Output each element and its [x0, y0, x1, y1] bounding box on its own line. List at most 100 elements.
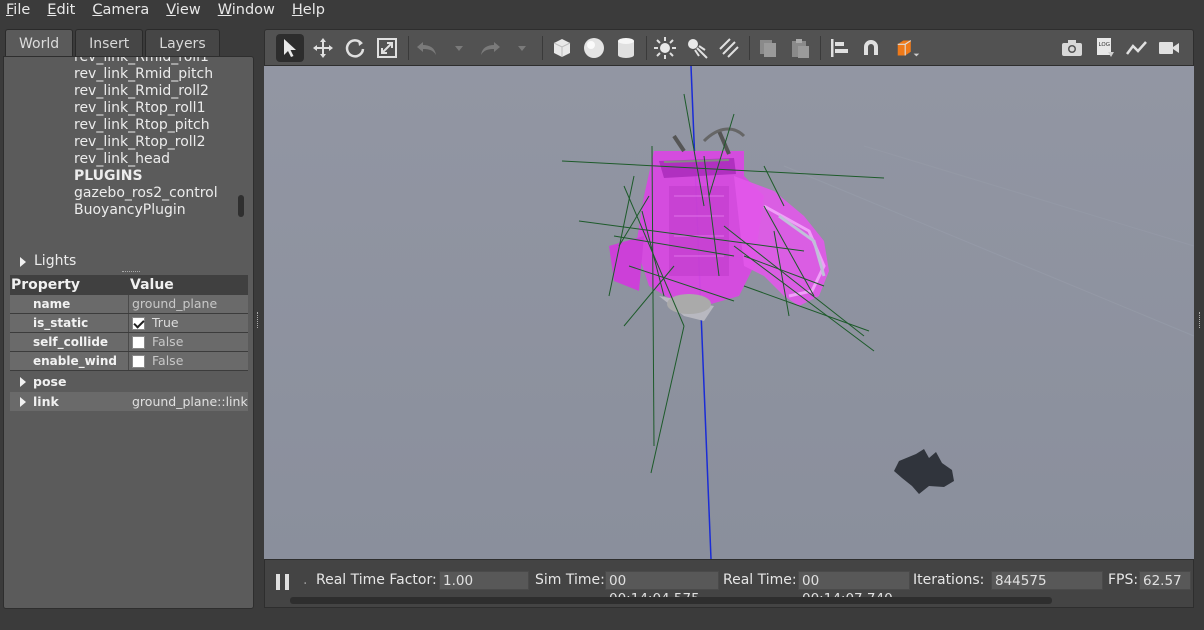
tab-insert[interactable]: Insert — [75, 29, 144, 57]
undo-icon[interactable] — [413, 34, 441, 62]
tree-item[interactable]: rev_link_Rmid_pitch — [74, 66, 213, 83]
select-arrow-icon[interactable] — [276, 34, 304, 62]
left-panel: World Insert Layers rev_link_Rmid_roll1 … — [3, 29, 254, 609]
copy-icon[interactable] — [754, 34, 782, 62]
screenshot-icon[interactable] — [1058, 34, 1086, 62]
panel-splitter[interactable] — [257, 312, 259, 328]
point-light-icon[interactable] — [651, 34, 679, 62]
toolbar-separator — [542, 36, 543, 60]
property-group-pose[interactable]: pose — [10, 372, 248, 391]
toolbar-separator — [408, 36, 409, 60]
toolbar-separator — [646, 36, 647, 60]
menu-camera[interactable]: Camera — [86, 2, 149, 18]
cylinder-icon[interactable] — [612, 34, 640, 62]
property-row-name: name ground_plane — [10, 295, 248, 314]
left-panel-tabs: World Insert Layers — [5, 29, 222, 57]
menu-window[interactable]: Window — [212, 2, 275, 18]
tree-item[interactable]: rev_link_Rmid_roll2 — [74, 83, 209, 100]
world-panel: rev_link_Rmid_roll1 rev_link_Rmid_pitch … — [3, 56, 254, 609]
expand-arrow-icon[interactable] — [20, 397, 26, 407]
translate-icon[interactable] — [309, 34, 337, 62]
splitter-handle[interactable] — [122, 271, 140, 273]
group-value: ground_plane::link — [132, 393, 248, 409]
fps-value: 62.57 — [1139, 571, 1191, 590]
lights-label: Lights — [34, 253, 77, 269]
tree-item[interactable]: rev_link_Rtop_roll2 — [74, 134, 205, 151]
group-label: link — [33, 393, 59, 409]
tree-item[interactable]: rev_link_Rtop_pitch — [74, 117, 210, 134]
property-row-self-collide: self_collide False — [10, 333, 248, 352]
snap-icon[interactable] — [857, 34, 885, 62]
property-table-header: Property Value — [10, 275, 248, 295]
gazebo-window: File Edit Camera View Window Help World … — [0, 0, 1204, 630]
sim-time-label: Sim Time: — [535, 572, 605, 588]
tree-section-plugins[interactable]: PLUGINS — [74, 168, 143, 185]
property-row-enable-wind: enable_wind False — [10, 352, 248, 371]
change-view-icon[interactable] — [894, 34, 922, 62]
menu-view[interactable]: View — [160, 2, 200, 18]
fps-label: FPS: — [1108, 572, 1139, 588]
enable-wind-checkbox[interactable] — [132, 354, 145, 368]
tree-item[interactable]: rev_link_head — [74, 151, 170, 168]
statusbar-scrollbar[interactable] — [290, 597, 1052, 604]
panel-splitter[interactable] — [1199, 312, 1201, 328]
step-button[interactable]: . — [303, 572, 307, 588]
tab-layers[interactable]: Layers — [145, 29, 220, 57]
log-icon[interactable]: LOG — [1091, 34, 1119, 62]
redo-dropdown-icon[interactable] — [508, 34, 536, 62]
header-value: Value — [130, 277, 174, 293]
rotate-icon[interactable] — [341, 34, 369, 62]
directional-light-icon[interactable] — [715, 34, 743, 62]
svg-text:LOG: LOG — [1099, 42, 1110, 48]
tree-item-lights[interactable]: Lights — [4, 253, 253, 270]
tree-item[interactable]: rev_link_Rtop_roll1 — [74, 100, 205, 117]
property-group-link[interactable]: link ground_plane::link — [10, 392, 248, 411]
toolbar: LOG — [264, 29, 1194, 66]
iterations-label: Iterations: — [913, 572, 985, 588]
is-static-checkbox[interactable] — [132, 316, 145, 330]
real-time-factor-label: Real Time Factor: — [316, 572, 437, 588]
undo-dropdown-icon[interactable] — [445, 34, 473, 62]
sphere-icon[interactable] — [580, 34, 608, 62]
property-label: name — [10, 295, 129, 313]
sim-time-value: 00 00:14:04.575 — [605, 571, 719, 607]
spot-light-icon[interactable] — [683, 34, 711, 62]
expand-arrow-icon[interactable] — [20, 377, 26, 387]
real-time-factor-value: 1.00 — [439, 571, 529, 590]
plot-icon[interactable] — [1123, 34, 1151, 62]
scale-icon[interactable] — [373, 34, 401, 62]
box-icon[interactable] — [548, 34, 576, 62]
video-record-icon[interactable] — [1155, 34, 1183, 62]
real-time-value: 00 00:14:07.740 — [798, 571, 910, 607]
self-collide-checkbox[interactable] — [132, 335, 145, 349]
property-value: True — [152, 315, 179, 330]
pause-icon[interactable] — [276, 574, 290, 590]
header-property: Property — [11, 277, 81, 293]
real-time-label: Real Time: — [723, 572, 797, 588]
statusbar: . Real Time Factor: 1.00 Sim Time: 00 00… — [264, 559, 1194, 608]
expand-arrow-icon[interactable] — [20, 257, 26, 267]
tab-world[interactable]: World — [5, 29, 74, 57]
toolbar-separator — [749, 36, 750, 60]
scene-render — [264, 66, 1194, 559]
menu-file[interactable]: File — [0, 2, 30, 18]
menu-edit[interactable]: Edit — [41, 2, 75, 18]
menu-help[interactable]: Help — [286, 2, 325, 18]
property-value: False — [152, 353, 184, 368]
toolbar-separator — [820, 36, 821, 60]
align-icon[interactable] — [825, 34, 853, 62]
property-label: self_collide — [10, 333, 129, 351]
tree-scrollbar[interactable] — [238, 195, 244, 217]
property-value: False — [152, 334, 184, 349]
property-value: ground_plane — [129, 295, 248, 313]
redo-icon[interactable] — [476, 34, 504, 62]
property-label: enable_wind — [10, 352, 129, 370]
world-tree: rev_link_Rmid_roll1 rev_link_Rmid_pitch … — [4, 57, 253, 243]
tree-item[interactable]: BuoyancyPlugin — [74, 202, 186, 219]
group-label: pose — [33, 373, 67, 389]
tree-item[interactable]: gazebo_ros2_control — [74, 185, 218, 202]
3d-viewport[interactable] — [264, 66, 1194, 559]
tree-item[interactable]: rev_link_Rmid_roll1 — [74, 57, 209, 66]
paste-icon[interactable] — [786, 34, 814, 62]
iterations-value: 844575 — [991, 571, 1103, 590]
